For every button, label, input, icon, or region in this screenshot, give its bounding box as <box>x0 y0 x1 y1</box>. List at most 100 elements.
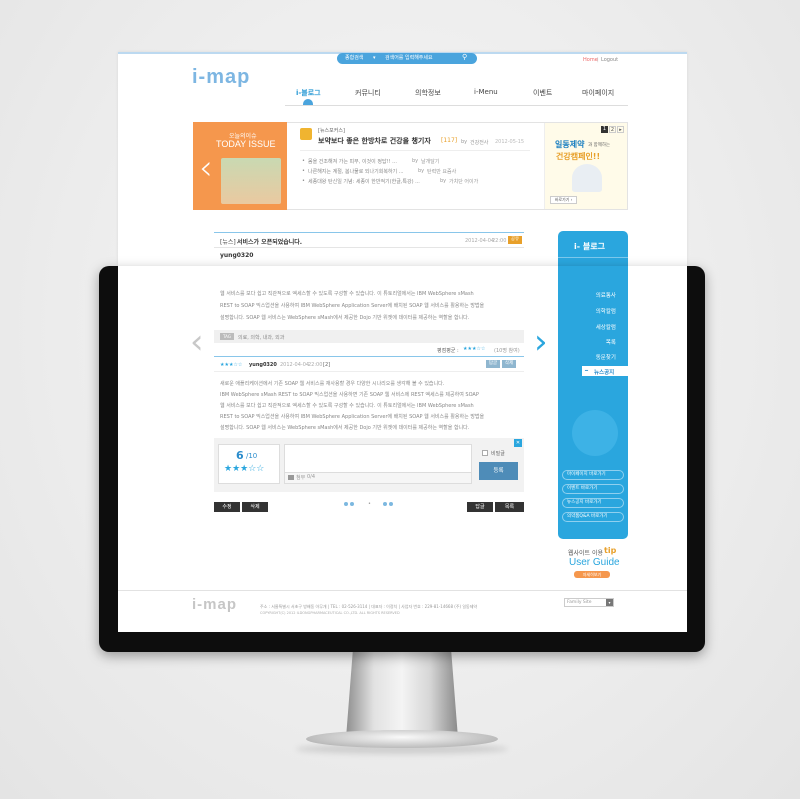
issue-item-2[interactable]: 나른해지는 계절, 봄나물로 되나기회복하기 ... <box>308 168 404 175</box>
score-total: /10 <box>246 452 258 460</box>
score-stars[interactable]: ★★★☆☆ <box>224 464 264 474</box>
today-issue-title: TODAY ISSUE <box>216 139 276 149</box>
secret-label: 비밀글 <box>491 451 505 457</box>
search-scope-arrow[interactable]: ▾ <box>373 53 376 64</box>
issue-bullet-3: • <box>302 178 305 184</box>
user-guide-title: User Guide <box>569 557 620 568</box>
logout-link[interactable]: Logout <box>601 57 618 63</box>
search-input[interactable]: 검색어를 입력해주세요 <box>385 53 433 64</box>
search-bar[interactable]: 종합검색 ▾ 검색어를 입력해주세요 ⚲ <box>337 53 477 64</box>
sidebar-item-1[interactable]: 의료통사 <box>556 291 616 299</box>
submit-comment-button[interactable]: 등록 <box>479 462 518 480</box>
comment-line-1: 새로운 애플리케이션에서 기존 SOAP 웹 서비스를 재사용할 경우 다양한 … <box>220 381 445 387</box>
next-post-icon[interactable]: › <box>534 322 548 362</box>
nav-item-community[interactable]: 커뮤니티 <box>355 88 381 98</box>
comment-divider <box>214 371 524 372</box>
comment-stars: ★★★☆☆ <box>220 362 243 368</box>
comment-count: [2] <box>323 362 331 368</box>
ad-title: 일동제약 <box>555 140 585 149</box>
ad-illustration <box>572 164 602 192</box>
nav-item-event[interactable]: 이벤트 <box>533 88 552 98</box>
sidebar-item-3[interactable]: 세상칼럼 <box>556 323 616 331</box>
comment-delete-button[interactable]: 삭제 <box>502 360 516 368</box>
form-close-icon[interactable]: ✕ <box>514 439 522 447</box>
issue-date: 2012-05-15 <box>495 139 525 145</box>
post-body-line-2: REST to SOAP 믹스업션을 사용하여 IBM WebSphere Ap… <box>220 303 485 309</box>
page-dot-4[interactable] <box>389 502 393 506</box>
nav-item-imenu[interactable]: i-Menu <box>474 88 498 96</box>
sidebar-item-4[interactable]: 목록 <box>556 338 616 346</box>
issue-author: 건강전사 <box>470 140 489 146</box>
monitor-stand <box>346 652 458 738</box>
sidebar-link-qna[interactable]: 의약품Q&A 바로가기 <box>562 512 624 522</box>
page-dot-1[interactable] <box>344 502 348 506</box>
comment-line-5: 설명합니다. SOAP 웹 서비스는 WebSphere sMash에서 제공한… <box>220 425 470 431</box>
sidebar-link-event[interactable]: 이벤트 바로가기 <box>562 484 624 494</box>
post-body-line-1: 웹 서비스를 보다 쉽고 직관적으로 엑세스할 수 있도록 구성할 수 있습니다… <box>220 291 474 297</box>
score-value: 6 <box>236 449 244 462</box>
issue-item-1[interactable]: 몸을 건조해져 가는 피부, 이것이 정답!! ... <box>308 158 397 165</box>
ad-go-button[interactable]: 바로가기 › <box>550 196 577 204</box>
ad-page-current[interactable]: 1 <box>601 126 608 133</box>
ad-subtitle: 건강캠페인!! <box>556 152 601 161</box>
issue-item-3-by: by <box>440 178 447 184</box>
search-scope[interactable]: 종합검색 <box>345 53 363 64</box>
issue-bullet-1: • <box>302 158 305 164</box>
ad-next-icon[interactable]: ▸ <box>617 126 624 133</box>
sidebar-link-news[interactable]: 뉴스공지 바로가기 <box>562 498 624 508</box>
page-dot-2[interactable] <box>350 502 354 506</box>
prev-post-icon[interactable]: ‹ <box>190 322 204 362</box>
rating-label: 평점평균 : <box>437 348 459 354</box>
home-link[interactable]: Home <box>583 57 598 63</box>
news-thumb-icon <box>300 128 312 140</box>
sidebar-item-2[interactable]: 의학칼럼 <box>556 307 616 315</box>
issue-item-3-author: 가치단 어이가 <box>449 179 479 185</box>
post-body-line-3: 설명합니다. SOAP 웹 서비스는 WebSphere sMash에서 제공한… <box>220 315 470 321</box>
search-icon[interactable]: ⚲ <box>462 52 467 63</box>
nav-item-mypage[interactable]: 마이페이지 <box>582 88 614 98</box>
list-button[interactable]: 목록 <box>495 502 524 512</box>
sidebar-item-active-icon: ━ <box>585 368 589 374</box>
post-title: 서비스가 오픈되었습니다. <box>237 239 303 246</box>
user-guide-button[interactable]: 자세히보기 <box>574 571 610 578</box>
tag-list[interactable]: 의료, 의학, 내과, 외과 <box>238 334 284 341</box>
sidebar-illustration <box>572 410 618 456</box>
sidebar-item-6[interactable]: 뉴스공지 <box>594 368 614 376</box>
prev-issue-icon[interactable]: ‹ <box>199 148 213 188</box>
rating-count: (10명 참여) <box>494 348 520 354</box>
comment-reply-button[interactable]: 답글 <box>486 360 500 368</box>
post-user: yung0320 <box>220 252 254 259</box>
sidebar-link-mypage[interactable]: 마이페이지 바로가기 <box>562 470 624 480</box>
site-logo[interactable]: i-map <box>192 66 250 89</box>
nav-item-blog[interactable]: i-블로그 <box>296 88 321 98</box>
issue-headline[interactable]: 보약보다 좋은 한방차로 건강을 챙기자 <box>318 136 431 146</box>
nav-item-medical-info[interactable]: 의학정보 <box>415 88 441 98</box>
family-site-chevron-icon[interactable]: ▾ <box>606 599 613 606</box>
footer-copyright: COPYRIGHT(C) 2012 ILDONGPHARMACEUTICAL C… <box>260 611 400 615</box>
secret-checkbox[interactable] <box>482 450 488 456</box>
comment-line-2: IBM WebSphere sMash REST to SOAP 믹스업션을 사… <box>220 392 479 398</box>
today-issue-banner: 오늘의이슈 TODAY ISSUE ‹ <box>193 122 287 210</box>
issue-item-3[interactable]: 세종대왕 탄신일 기념: 세종이 한반적기(한글,특강) ... <box>308 178 420 185</box>
footer-address: 주소 : 서울특별시 서초구 방배동 아무개 | TEL : 02-526-31… <box>260 604 478 609</box>
footer-logo: i-map <box>192 596 238 613</box>
post-date: 2012-04-04 <box>465 238 495 244</box>
attach-label: 첨부 <box>296 475 306 481</box>
ad-page-2[interactable]: 2 <box>609 126 616 133</box>
delete-button[interactable]: 삭제 <box>242 502 268 512</box>
page-dot-3[interactable] <box>383 502 387 506</box>
sidebar-item-5[interactable]: 동문찾기 <box>556 353 616 361</box>
issue-count: [117] <box>441 137 458 144</box>
attach-icon[interactable] <box>288 475 294 480</box>
sidebar-title-divider <box>558 257 628 258</box>
comment-line-4: REST to SOAP 믹스업션을 사용하여 IBM WebSphere Ap… <box>220 414 485 420</box>
reply-button[interactable]: 답글 <box>467 502 493 512</box>
issue-by: by <box>461 139 468 145</box>
edit-button[interactable]: 수정 <box>214 502 240 512</box>
post-top-line <box>214 232 524 233</box>
page-dot-sep: • <box>368 501 371 507</box>
issue-photo <box>221 158 281 204</box>
sidebar-title: i- 블로그 <box>574 242 605 251</box>
comment-date: 2012-04-04 <box>280 362 310 368</box>
issue-tag: [뉴스포커스] <box>318 128 345 134</box>
